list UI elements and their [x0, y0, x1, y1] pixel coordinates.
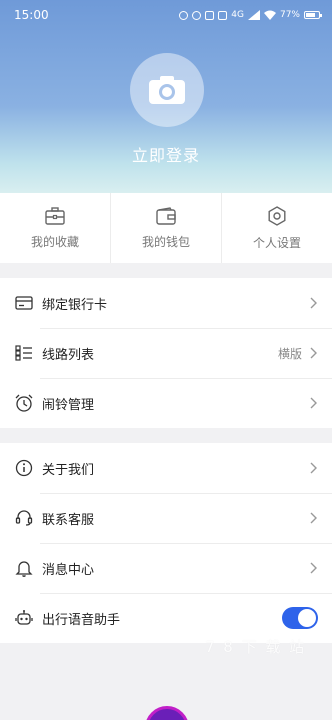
network-type: 4G — [231, 10, 244, 20]
menu-group-1: 绑定银行卡 线路列表 横版 闹铃管理 — [0, 278, 332, 428]
menu-item-alarm[interactable]: 闹铃管理 — [0, 378, 332, 428]
signal-icon — [247, 10, 260, 20]
briefcase-icon — [45, 206, 65, 225]
watermark: 7 8 下 载 站 — [205, 638, 307, 656]
menu-item-label: 联系客服 — [42, 512, 95, 528]
menu-item-route-list[interactable]: 线路列表 横版 — [0, 328, 332, 378]
bell-icon — [14, 558, 34, 578]
chevron-right-icon — [308, 296, 318, 310]
route-layout-value: 横版 — [277, 346, 302, 361]
camera-icon — [149, 76, 185, 104]
quick-action-wallet[interactable]: 我的钱包 — [111, 193, 222, 263]
robot-icon — [14, 608, 34, 628]
info-icon — [14, 458, 34, 478]
chevron-right-icon — [308, 561, 318, 575]
nfc-status-icon — [205, 10, 215, 20]
bank-card-icon — [14, 293, 34, 313]
chevron-right-icon — [308, 511, 318, 525]
menu-item-label: 线路列表 — [42, 347, 95, 363]
alarm-status-icon — [179, 10, 189, 20]
status-time: 15:00 — [14, 8, 49, 22]
quick-action-favorites[interactable]: 我的收藏 — [0, 193, 111, 263]
quick-action-settings[interactable]: 个人设置 — [222, 193, 332, 263]
menu-item-label: 消息中心 — [42, 562, 95, 578]
chevron-right-icon — [308, 396, 318, 410]
login-link[interactable]: 立即登录 — [0, 142, 332, 166]
status-bar: 15:00 4G 77% — [0, 0, 332, 30]
wallet-icon — [156, 206, 176, 225]
chevron-right-icon — [308, 346, 318, 360]
menu-item-about[interactable]: 关于我们 — [0, 443, 332, 493]
menu-item-label: 绑定银行卡 — [42, 297, 108, 313]
avatar[interactable] — [130, 53, 204, 127]
quick-actions: 我的收藏 我的钱包 个人设置 — [0, 193, 332, 263]
location-status-icon — [192, 10, 202, 20]
headset-icon — [14, 508, 34, 528]
status-icons: 4G 77% — [179, 10, 322, 20]
alarm-clock-icon — [14, 393, 34, 413]
quick-action-label: 我的钱包 — [141, 234, 190, 249]
quick-action-label: 个人设置 — [252, 235, 301, 250]
quick-action-label: 我的收藏 — [30, 234, 79, 249]
settings-icon — [268, 205, 286, 226]
menu-item-label: 闹铃管理 — [42, 397, 95, 413]
list-icon — [14, 343, 34, 363]
menu-item-label: 出行语音助手 — [42, 612, 121, 628]
menu-item-bank-card[interactable]: 绑定银行卡 — [0, 278, 332, 328]
vibrate-status-icon — [218, 10, 228, 20]
chevron-right-icon — [308, 461, 318, 475]
menu-item-customer-service[interactable]: 联系客服 — [0, 493, 332, 543]
menu-item-label: 关于我们 — [42, 462, 95, 478]
battery-percent: 77% — [279, 10, 300, 20]
menu-item-messages[interactable]: 消息中心 — [0, 543, 332, 593]
voice-assistant-toggle[interactable] — [282, 607, 318, 629]
menu-group-2: 关于我们 联系客服 消息中心 出行语音助手 — [0, 443, 332, 643]
wifi-icon — [263, 10, 276, 20]
battery-icon — [304, 11, 322, 19]
